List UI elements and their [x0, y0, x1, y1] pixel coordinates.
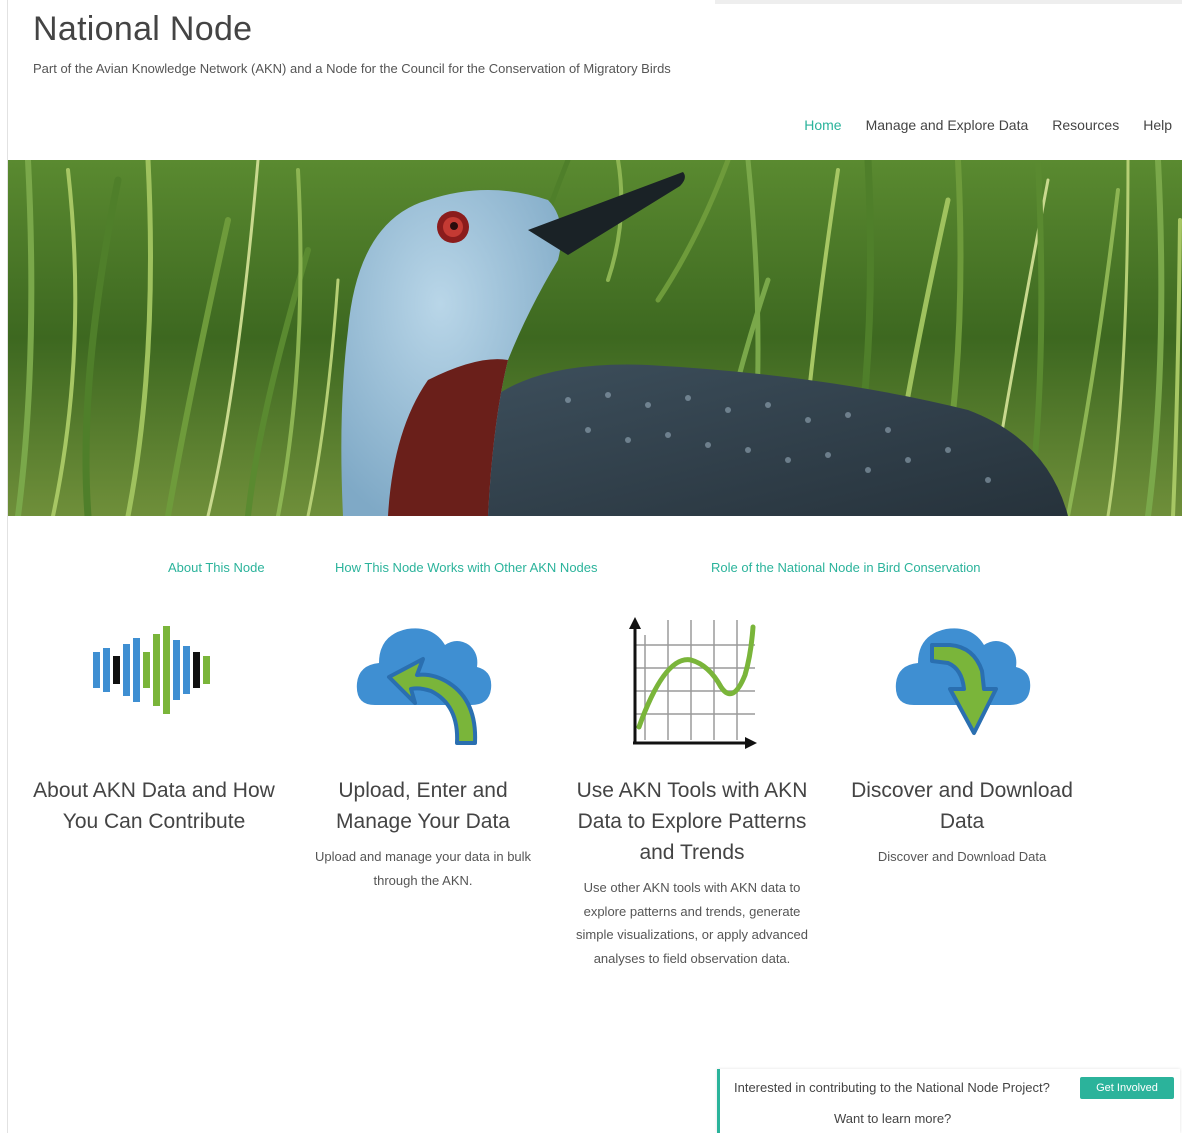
card-title: Upload, Enter and Manage Your Data	[336, 779, 510, 833]
sublink-about-this-node[interactable]: About This Node	[168, 560, 265, 575]
sublink-role-in-bird-conservation[interactable]: Role of the National Node in Bird Conser…	[711, 560, 981, 575]
page-top-bar	[715, 0, 1182, 4]
nav-resources[interactable]: Resources	[1052, 117, 1119, 133]
card-title: Discover and Download Data	[851, 779, 1073, 833]
site-title[interactable]: National Node	[33, 10, 252, 49]
hero-loon-photo	[8, 160, 1182, 516]
card-upload-data[interactable]: Upload, Enter and Manage Your Data Uploa…	[300, 615, 546, 892]
data-bars-icon	[93, 626, 210, 714]
get-involved-button[interactable]: Get Involved	[1080, 1077, 1174, 1099]
get-involved-banner: Interested in contributing to the Nation…	[717, 1069, 1180, 1133]
card-akn-tools[interactable]: Use AKN Tools with AKN Data to Explore P…	[571, 615, 813, 970]
card-title: About AKN Data and How You Can Contribut…	[33, 779, 275, 833]
chart-icon	[629, 617, 757, 749]
sublink-how-node-works[interactable]: How This Node Works with Other AKN Nodes	[335, 560, 598, 575]
nav-manage-explore-data[interactable]: Manage and Explore Data	[866, 117, 1029, 133]
learn-more-link[interactable]: Want to learn more?	[834, 1111, 951, 1126]
nav-help[interactable]: Help	[1143, 117, 1172, 133]
card-description: Discover and Download Data	[877, 849, 1047, 864]
cloud-download-icon	[895, 628, 1031, 735]
nav-home[interactable]: Home	[804, 117, 841, 133]
main-nav: Home Manage and Explore Data Resources H…	[804, 117, 1172, 133]
card-description: Use other AKN tools with AKN data to exp…	[576, 880, 808, 966]
card-about-akn-data[interactable]: About AKN Data and How You Can Contribut…	[32, 615, 276, 845]
card-description: Upload and manage your data in bulk thro…	[314, 849, 532, 888]
cta-question: Interested in contributing to the Nation…	[734, 1080, 1050, 1095]
site-tagline: Part of the Avian Knowledge Network (AKN…	[33, 61, 671, 76]
card-discover-download[interactable]: Discover and Download Data Discover and …	[842, 615, 1082, 869]
cloud-upload-icon	[356, 628, 492, 745]
card-title: Use AKN Tools with AKN Data to Explore P…	[576, 779, 808, 864]
